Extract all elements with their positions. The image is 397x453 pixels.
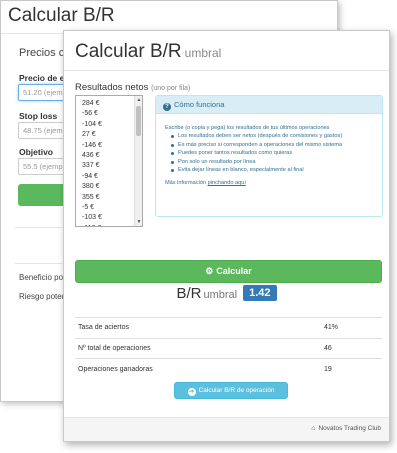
scroll-down-arrow-icon[interactable]: ▼	[136, 219, 142, 225]
results-hint: (uno por fila)	[151, 85, 191, 92]
title-small: umbral	[184, 46, 222, 60]
stat-value: 46	[321, 337, 382, 359]
scroll-up-arrow-icon[interactable]: ▲	[136, 97, 142, 103]
how-it-works-panel: ? Cómo funciona Escribe (o copia y pega) …	[155, 95, 383, 217]
stat-value: 19	[321, 358, 382, 379]
list-item: 284 €	[82, 100, 100, 107]
page-title: Calcular B/R umbral	[75, 41, 221, 63]
stat-label: Nº total de operaciones	[75, 337, 321, 359]
back-window-title: Calcular B/R	[8, 5, 115, 26]
operation-br-button[interactable]: ➜ Calcular B/R de operación	[174, 382, 288, 399]
stat-label: Tasa de aciertos	[75, 317, 321, 338]
list-item: 355 €	[82, 193, 100, 201]
info-bullet: Pon solo un resultado por línea	[171, 158, 382, 166]
info-bullet: Evita dejar líneas en blanco, especialme…	[171, 166, 382, 174]
table-row: Operaciones ganadoras 19	[75, 358, 382, 379]
info-heading-text: Cómo funciona	[174, 100, 225, 109]
more-info-line: Más información pinchando aquí	[165, 179, 382, 187]
table-row: Tasa de aciertos 41%	[75, 317, 382, 338]
list-item: -94 €	[82, 172, 98, 180]
list-item: -116 €	[82, 224, 142, 226]
question-icon: ?	[163, 103, 171, 111]
list-item: 380 €	[82, 183, 100, 191]
risk-text: Riesgo poten	[19, 292, 67, 301]
operation-button-label: Calcular B/R de operación	[198, 387, 275, 394]
title-main: Calcular B/R	[75, 41, 182, 62]
calculate-label: Calcular	[216, 266, 252, 276]
info-bullet: Puedes poner tantos resultados como quie…	[171, 149, 382, 157]
footer: ⌂ Novatos Trading Club	[64, 417, 389, 441]
list-item: 27 €	[82, 131, 96, 139]
arrow-right-icon: ➜	[187, 388, 196, 396]
list-item: -146 €	[82, 141, 102, 149]
stats-table: Tasa de aciertos 41% Nº total de operaci…	[75, 317, 382, 379]
gear-icon: ⚙	[205, 266, 214, 276]
info-panel-heading: ? Cómo funciona	[156, 96, 382, 114]
list-item: -104 €	[82, 120, 102, 128]
results-label: Resultados netos (uno por fila)	[75, 82, 190, 93]
title-divider	[64, 70, 389, 71]
calculate-button[interactable]: ⚙ Calcular	[75, 260, 382, 283]
info-bullet: Es más preciso si corresponden a operaci…	[171, 141, 382, 149]
info-intro: Escribe (o copia y pega) los resultados …	[165, 125, 330, 131]
scroll-thumb[interactable]	[136, 106, 141, 136]
table-row: Nº total de operaciones 46	[75, 337, 382, 359]
br-label: B/R	[176, 285, 202, 302]
home-icon: ⌂	[311, 425, 316, 432]
results-label-text: Resultados netos	[75, 82, 149, 93]
stop-loss-label: Stop loss	[19, 111, 58, 121]
list-item: -103 €	[82, 214, 102, 222]
more-info-prefix: Más información	[165, 180, 207, 187]
info-bullets: Los resultados deben ser netos (después …	[165, 132, 382, 174]
br-result: B/R umbral 1.42	[64, 285, 389, 303]
list-item: 436 €	[82, 151, 100, 159]
stat-value: 41%	[321, 317, 382, 338]
footer-home-link[interactable]: ⌂ Novatos Trading Club	[311, 425, 381, 432]
list-item: 337 €	[82, 162, 100, 170]
br-value-badge: 1.42	[243, 285, 277, 301]
target-label: Objetivo	[19, 147, 54, 157]
br-small-label: umbral	[203, 289, 238, 301]
footer-link-label: Novatos Trading Club	[318, 425, 381, 432]
textarea-scrollbar[interactable]: ▲ ▼	[134, 96, 142, 226]
info-panel-body: Escribe (o copia y pega) los resultados …	[156, 114, 382, 188]
stat-label: Operaciones ganadoras	[75, 358, 321, 379]
results-textarea[interactable]: 284 € -56 € -104 € 27 € -146 € 436 € 337 € -94 …	[75, 95, 143, 227]
list-item: -56 €	[82, 110, 98, 118]
info-bullet: Los resultados deben ser netos (después …	[171, 132, 382, 140]
front-window: Calcular B/R umbral Resultados netos (uno…	[63, 30, 390, 442]
results-list: 284 € -56 € -104 € 27 € -146 € 436 € 337 € -94 …	[76, 96, 142, 226]
more-info-link[interactable]: pinchando aquí	[208, 180, 246, 186]
list-item: -5 €	[82, 203, 95, 211]
